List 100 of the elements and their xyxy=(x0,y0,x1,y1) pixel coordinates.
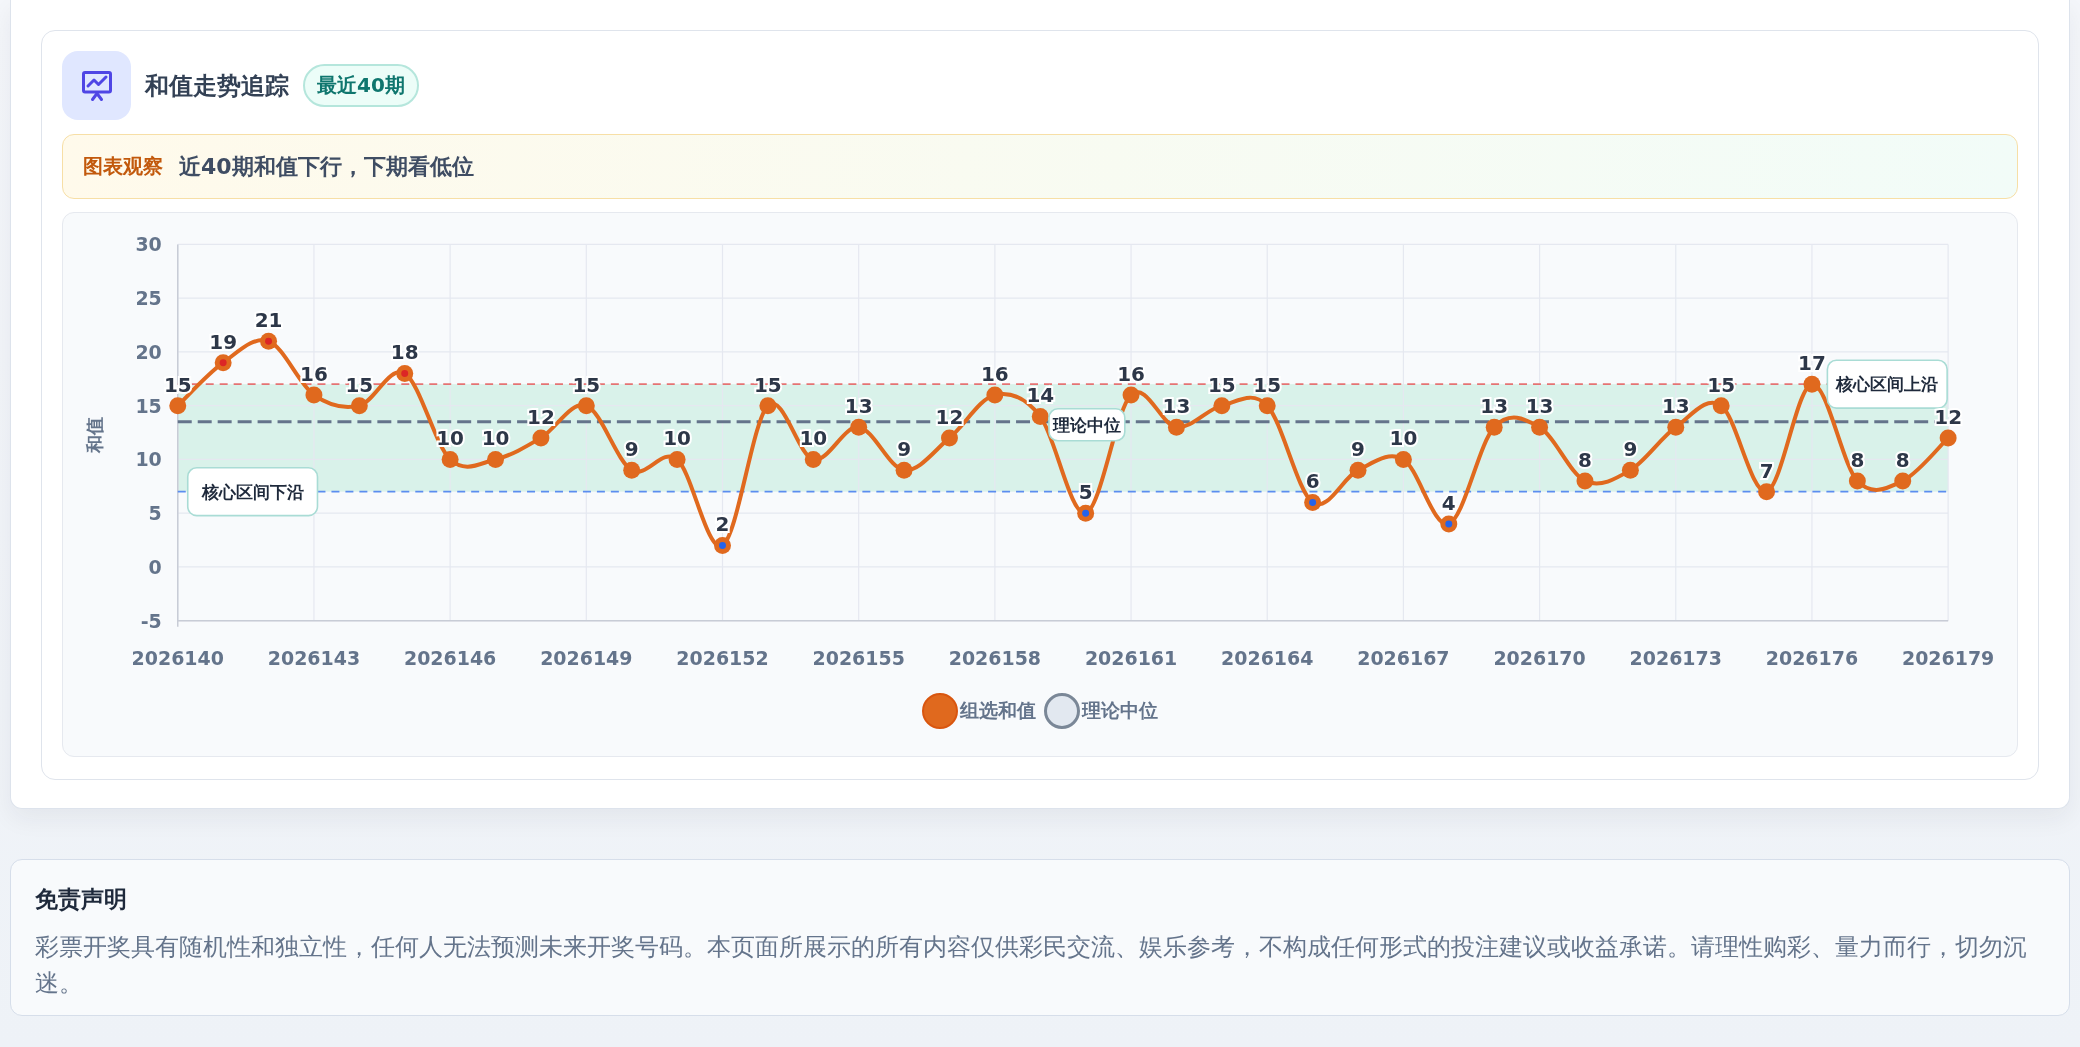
data-point xyxy=(714,536,731,554)
data-label: 13 xyxy=(1661,394,1690,419)
ref-line-label: 核心区间上沿 xyxy=(1835,374,1939,395)
data-point xyxy=(577,397,595,415)
data-point xyxy=(1758,483,1776,501)
x-tick-label: 2026155 xyxy=(812,646,905,669)
data-label: 10 xyxy=(481,426,510,451)
x-tick-label: 2026179 xyxy=(1902,646,1995,669)
data-label: 18 xyxy=(390,340,419,365)
data-point xyxy=(1440,515,1458,533)
data-label: 13 xyxy=(1162,394,1191,419)
data-label: 9 xyxy=(624,437,639,462)
y-axis-title: 和值 xyxy=(83,416,105,453)
x-tick-label: 2026173 xyxy=(1629,646,1722,669)
legend-series-icon xyxy=(922,693,958,729)
data-label: 14 xyxy=(1026,383,1055,408)
data-label: 10 xyxy=(1389,426,1418,451)
data-point xyxy=(1667,418,1685,436)
x-tick-label: 2026143 xyxy=(267,646,361,669)
observation-text: 近40期和值下行，下期看低位 xyxy=(179,152,474,181)
x-tick-label: 2026161 xyxy=(1084,646,1178,669)
x-tick-label: 2026140 xyxy=(131,646,224,669)
data-label: 16 xyxy=(300,361,328,386)
data-label: 13 xyxy=(1480,394,1509,419)
median-label: 理论中位 xyxy=(1048,408,1126,442)
data-label: 2 xyxy=(715,512,730,537)
data-label: 17 xyxy=(1798,351,1826,376)
data-label: 4 xyxy=(1441,490,1456,515)
y-tick-label: -5 xyxy=(140,609,162,632)
data-point xyxy=(1394,450,1412,468)
observation-label: 图表观察 xyxy=(83,153,163,180)
disclaimer-text: 彩票开奖具有随机性和独立性，任何人无法预测未来开奖号码。本页面所展示的所有内容仅供彩民交流、娱乐参考，不构成任何形式的投注建议或收益承诺。请理性购彩、量力而行，切勿沉迷。 xyxy=(35,932,2028,999)
data-label: 10 xyxy=(436,426,464,451)
data-point xyxy=(1167,418,1185,436)
x-tick-label: 2026170 xyxy=(1493,646,1586,669)
data-label: 15 xyxy=(1707,372,1736,397)
data-label: 15 xyxy=(345,372,374,397)
data-label: 15 xyxy=(1253,372,1282,397)
data-label: 5 xyxy=(1078,480,1093,505)
data-point xyxy=(1576,472,1594,490)
data-point xyxy=(1939,429,1957,447)
data-label: 15 xyxy=(572,372,601,397)
data-point xyxy=(1485,418,1503,436)
data-point xyxy=(487,450,504,468)
data-label: 8 xyxy=(1578,447,1592,472)
legend-label[interactable]: 组选和值 xyxy=(960,698,1036,724)
data-point xyxy=(1122,386,1140,404)
data-point xyxy=(1621,461,1639,479)
x-tick-label: 2026152 xyxy=(676,646,769,669)
data-point xyxy=(804,450,822,468)
data-label: 10 xyxy=(663,426,691,451)
band-edge-label: 核心区间下沿 xyxy=(186,466,319,517)
card-title: 和值走势追踪 xyxy=(145,70,289,102)
data-point xyxy=(941,429,958,447)
data-label: 13 xyxy=(844,394,873,419)
data-label: 15 xyxy=(163,372,192,397)
data-point xyxy=(350,397,368,415)
y-tick-label: 15 xyxy=(135,394,162,417)
ref-line-label: 理论中位 xyxy=(1051,414,1121,435)
data-point xyxy=(1031,407,1049,425)
data-point xyxy=(1349,461,1367,479)
data-point xyxy=(850,418,868,436)
data-label: 8 xyxy=(1895,447,1910,472)
data-point xyxy=(396,364,414,382)
data-point xyxy=(169,397,187,415)
data-point xyxy=(1803,375,1821,393)
data-point xyxy=(1304,493,1322,511)
legend-reference-icon xyxy=(1044,693,1080,729)
data-point xyxy=(260,332,278,350)
data-point xyxy=(986,386,1004,404)
y-tick-label: 30 xyxy=(135,233,162,256)
legend-label[interactable]: 理论中位 xyxy=(1082,698,1158,724)
x-tick-label: 2026158 xyxy=(948,646,1042,669)
data-label: 9 xyxy=(1623,437,1638,462)
data-point xyxy=(214,354,232,372)
data-point xyxy=(895,461,913,479)
data-point xyxy=(532,429,550,447)
data-label: 16 xyxy=(981,361,1009,386)
data-label: 9 xyxy=(897,437,911,462)
ref-line-label: 核心区间下沿 xyxy=(200,481,304,502)
data-label: 10 xyxy=(799,426,828,451)
data-label: 9 xyxy=(1351,437,1365,462)
data-point xyxy=(668,450,686,468)
data-label: 15 xyxy=(1207,372,1236,397)
y-tick-label: 10 xyxy=(135,448,162,471)
data-label: 7 xyxy=(1759,458,1774,483)
data-point xyxy=(1712,397,1730,415)
y-tick-label: 25 xyxy=(135,287,162,310)
data-point xyxy=(1894,472,1912,490)
data-label: 19 xyxy=(209,329,238,354)
band-edge-label: 核心区间上沿 xyxy=(1826,359,1948,409)
chart-icon xyxy=(62,51,131,120)
data-label: 8 xyxy=(1850,447,1865,472)
data-point xyxy=(441,450,459,468)
y-tick-label: 0 xyxy=(148,555,162,578)
period-badge: 最近40期 xyxy=(303,64,419,107)
disclaimer-title: 免责声明 xyxy=(35,885,128,914)
y-tick-label: 20 xyxy=(135,340,162,363)
data-point xyxy=(1213,397,1231,415)
data-point xyxy=(1848,472,1866,490)
